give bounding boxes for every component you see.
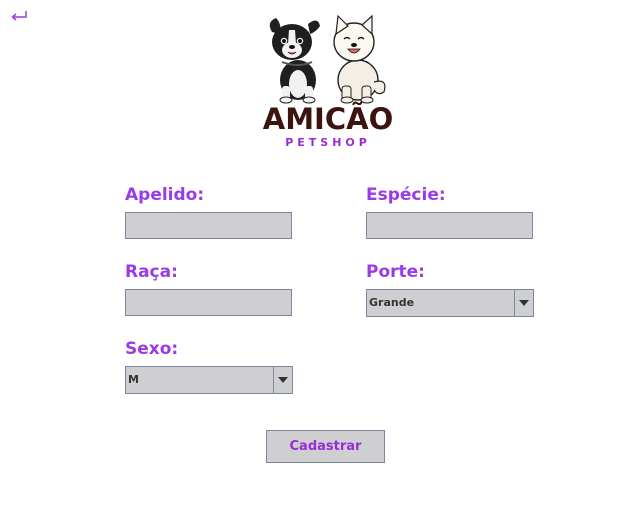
chevron-down-icon — [519, 300, 529, 306]
sexo-dropdown-button[interactable] — [273, 367, 292, 393]
porte-select[interactable]: Grande — [366, 289, 534, 317]
white-dog-illustration — [333, 14, 386, 104]
black-dog-illustration — [269, 18, 320, 104]
brand-subtitle: PETSHOP — [285, 136, 371, 149]
sexo-selected-value: M — [128, 373, 139, 386]
porte-selected-value: Grande — [369, 296, 415, 309]
especie-input[interactable] — [366, 212, 533, 239]
raca-input[interactable] — [125, 289, 292, 316]
especie-label: Espécie: — [366, 185, 446, 205]
pet-registration-window: AMICÃO PETSHOP Apelido: Espécie: Raça: P… — [0, 0, 638, 513]
raca-label: Raça: — [125, 262, 178, 282]
return-arrow-icon[interactable] — [8, 8, 30, 24]
porte-dropdown-button[interactable] — [514, 290, 533, 316]
brand-name: AMICÃO — [262, 102, 394, 136]
sexo-label: Sexo: — [125, 339, 179, 359]
chevron-down-icon — [278, 377, 288, 383]
apelido-input[interactable] — [125, 212, 292, 239]
apelido-label: Apelido: — [125, 185, 205, 205]
sexo-select[interactable]: M — [125, 366, 293, 394]
porte-label: Porte: — [366, 262, 425, 282]
cadastrar-button[interactable]: Cadastrar — [266, 430, 385, 463]
